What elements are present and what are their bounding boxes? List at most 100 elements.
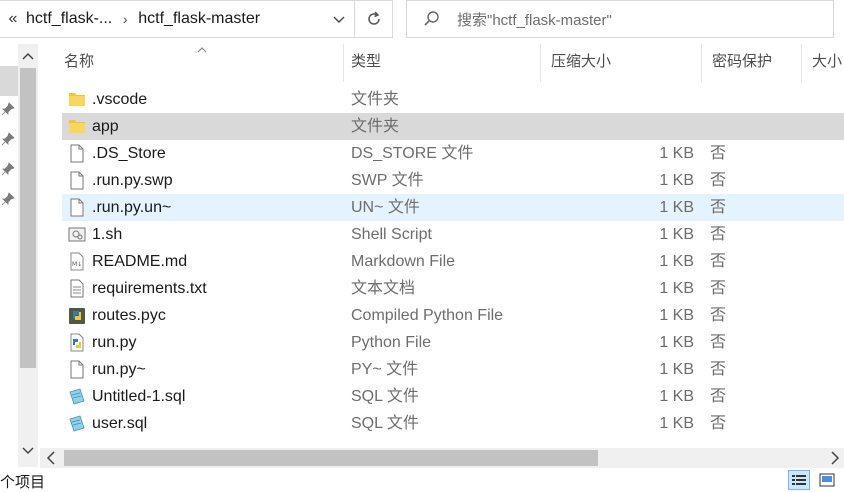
file-row[interactable]: run.py~ PY~ 文件 1 KB 否 — [62, 356, 844, 383]
scroll-down-icon[interactable] — [18, 443, 38, 461]
file-type: PY~ 文件 — [351, 361, 419, 378]
file-compressed-size: 1 KB — [659, 199, 694, 216]
compiled-python-icon — [68, 306, 86, 325]
file-icon — [68, 198, 86, 217]
file-name[interactable]: README.md — [92, 248, 187, 275]
file-type: SWP 文件 — [351, 172, 424, 189]
file-type: Python File — [351, 334, 432, 351]
file-type: 文本文档 — [351, 280, 416, 297]
file-compressed-size: 1 KB — [659, 415, 694, 432]
file-row[interactable]: .vscode 文件夹 — [62, 86, 844, 113]
file-password-protected: 否 — [710, 145, 727, 162]
file-name[interactable]: .run.py.swp — [92, 167, 173, 194]
folder-icon — [68, 117, 86, 136]
file-compressed-size: 1 KB — [659, 172, 694, 189]
file-password-protected: 否 — [710, 253, 727, 270]
file-name[interactable]: routes.pyc — [92, 302, 166, 329]
search-box[interactable]: 搜索"hctf_flask-master" — [406, 0, 834, 38]
file-password-protected: 否 — [710, 334, 727, 351]
column-name[interactable]: 名称 — [54, 44, 344, 82]
file-type: DS_STORE 文件 — [351, 145, 474, 162]
pin-icon[interactable] — [1, 102, 17, 118]
details-view-button[interactable] — [788, 470, 810, 490]
breadcrumb-separator-icon[interactable]: › — [112, 11, 138, 27]
file-row[interactable]: Untitled-1.sql SQL 文件 1 KB 否 — [62, 383, 844, 410]
file-name[interactable]: requirements.txt — [92, 275, 207, 302]
file-row[interactable]: requirements.txt 文本文档 1 KB 否 — [62, 275, 844, 302]
file-row[interactable]: routes.pyc Compiled Python File 1 KB 否 — [62, 302, 844, 329]
file-type: UN~ 文件 — [351, 199, 420, 216]
file-password-protected: 否 — [710, 172, 727, 189]
file-icon — [68, 144, 86, 163]
file-type: SQL 文件 — [351, 388, 419, 405]
pin-icon[interactable] — [1, 192, 17, 208]
file-name[interactable]: .run.py.un~ — [92, 194, 171, 221]
overflow-chevron-icon[interactable]: « — [0, 10, 26, 28]
breadcrumb-current[interactable]: hctf_flask-master — [138, 10, 260, 28]
address-bar[interactable]: « hctf_flask-... › hctf_flask-master — [0, 0, 355, 38]
file-compressed-size: 1 KB — [659, 334, 694, 351]
details-view-icon — [792, 475, 806, 485]
sql-file-icon — [68, 414, 86, 433]
nav-vertical-scrollbar[interactable] — [18, 44, 38, 467]
column-password-protection[interactable]: 密码保护 — [702, 44, 802, 82]
file-type: SQL 文件 — [351, 415, 419, 432]
file-name[interactable]: .DS_Store — [92, 140, 166, 167]
column-header: 名称 类型 压缩大小 密码保护 大小 — [40, 44, 844, 82]
file-row[interactable]: .run.py.swp SWP 文件 1 KB 否 — [62, 167, 844, 194]
pin-icon[interactable] — [1, 132, 17, 148]
horizontal-scroll-thumb[interactable] — [64, 450, 598, 466]
search-input[interactable]: 搜索"hctf_flask-master" — [457, 9, 612, 30]
sql-file-icon — [68, 387, 86, 406]
file-compressed-size: 1 KB — [659, 226, 694, 243]
file-password-protected: 否 — [710, 280, 727, 297]
file-type: Shell Script — [351, 226, 432, 243]
pin-icon[interactable] — [1, 162, 17, 178]
refresh-icon — [367, 11, 380, 25]
large-icons-view-button[interactable] — [816, 470, 838, 490]
file-password-protected: 否 — [710, 226, 727, 243]
folder-icon — [68, 90, 86, 109]
nav-selected-item[interactable] — [0, 66, 18, 96]
file-row[interactable]: 1.sh Shell Script 1 KB 否 — [62, 221, 844, 248]
file-name[interactable]: .vscode — [92, 86, 147, 113]
search-icon — [407, 10, 457, 28]
file-icon — [68, 360, 86, 379]
file-password-protected: 否 — [710, 415, 727, 432]
item-count: 个项目 — [0, 474, 46, 491]
horizontal-scrollbar[interactable] — [40, 448, 844, 468]
scroll-up-icon[interactable] — [18, 48, 38, 66]
shell-script-icon — [68, 225, 86, 244]
file-name[interactable]: 1.sh — [92, 221, 122, 248]
file-name[interactable]: run.py — [92, 329, 136, 356]
markdown-file-icon: M↓ — [68, 252, 86, 271]
scroll-thumb[interactable] — [20, 68, 36, 368]
file-compressed-size: 1 KB — [659, 280, 694, 297]
file-row[interactable]: .DS_Store DS_STORE 文件 1 KB 否 — [62, 140, 844, 167]
file-password-protected: 否 — [710, 361, 727, 378]
file-row[interactable]: user.sql SQL 文件 1 KB 否 — [62, 410, 844, 437]
file-password-protected: 否 — [710, 199, 727, 216]
file-compressed-size: 1 KB — [659, 361, 694, 378]
file-compressed-size: 1 KB — [659, 145, 694, 162]
column-size[interactable]: 大小 — [802, 44, 844, 82]
file-name[interactable]: run.py~ — [92, 356, 146, 383]
column-compressed-size[interactable]: 压缩大小 — [541, 44, 702, 82]
python-file-icon — [68, 333, 86, 352]
column-type[interactable]: 类型 — [341, 44, 541, 82]
file-row[interactable]: M↓ README.md Markdown File 1 KB 否 — [62, 248, 844, 275]
file-name[interactable]: app — [92, 113, 119, 140]
file-row[interactable]: .run.py.un~ UN~ 文件 1 KB 否 — [62, 194, 844, 221]
large-icons-view-icon — [819, 473, 835, 487]
address-dropdown-icon[interactable] — [332, 12, 346, 31]
file-name[interactable]: user.sql — [92, 410, 147, 437]
file-password-protected: 否 — [710, 388, 727, 405]
file-compressed-size: 1 KB — [659, 388, 694, 405]
file-name[interactable]: Untitled-1.sql — [92, 383, 185, 410]
breadcrumb-parent[interactable]: hctf_flask-... — [26, 10, 112, 28]
file-type: 文件夹 — [351, 91, 400, 108]
file-row[interactable]: run.py Python File 1 KB 否 — [62, 329, 844, 356]
file-row[interactable]: app 文件夹 — [62, 113, 844, 140]
refresh-button[interactable] — [355, 0, 393, 38]
file-compressed-size: 1 KB — [659, 307, 694, 324]
